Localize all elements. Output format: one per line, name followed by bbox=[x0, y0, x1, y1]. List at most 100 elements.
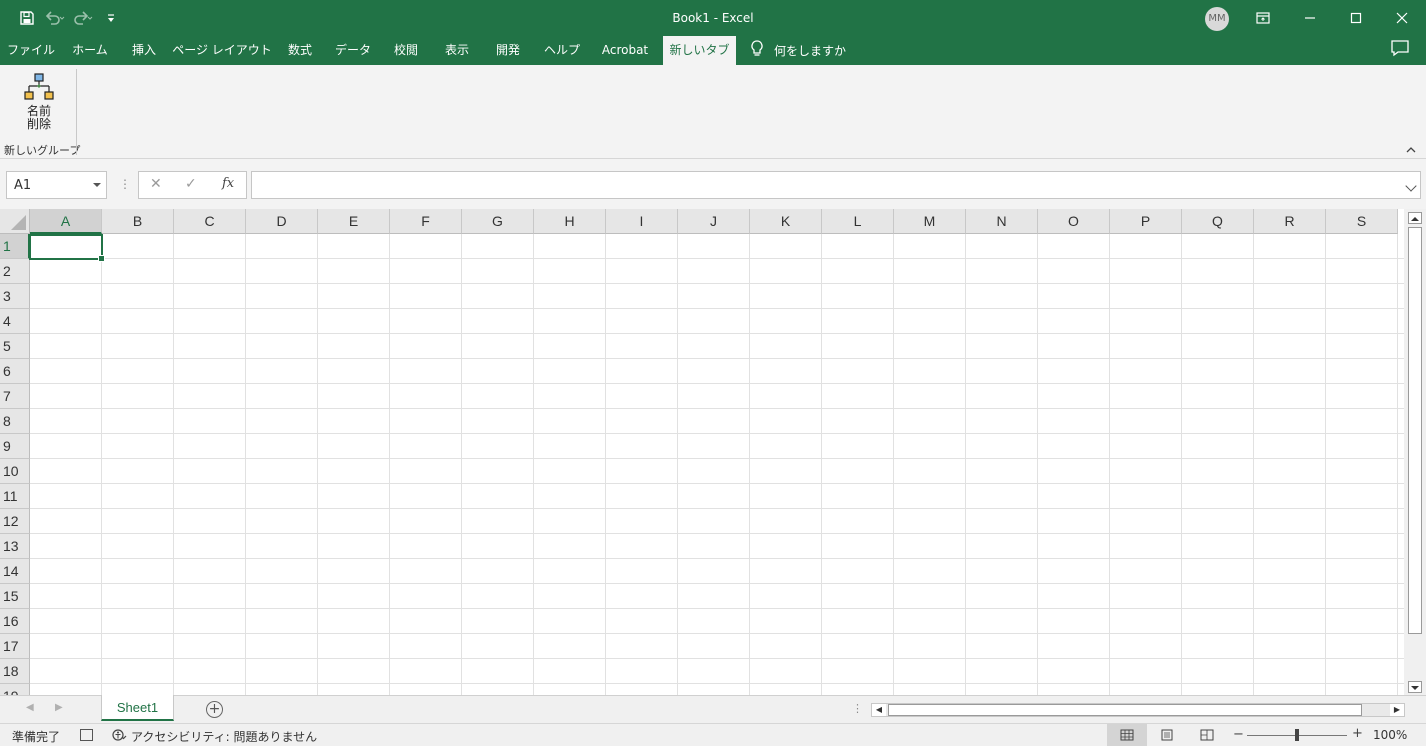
row-header[interactable]: 4 bbox=[0, 309, 30, 334]
row-header[interactable]: 15 bbox=[0, 584, 30, 609]
formula-buttons: ✕ ✓ fx bbox=[138, 171, 247, 199]
column-header[interactable]: Q bbox=[1182, 209, 1254, 234]
cancel-icon[interactable]: ✕ bbox=[150, 176, 162, 192]
row-header[interactable]: 17 bbox=[0, 634, 30, 659]
horizontal-scroll-thumb[interactable] bbox=[888, 704, 1362, 716]
column-header[interactable]: L bbox=[822, 209, 894, 234]
tab-insert[interactable]: 挿入 bbox=[122, 36, 166, 65]
vertical-scrollbar[interactable] bbox=[1404, 209, 1426, 695]
tab-home[interactable]: ホーム bbox=[64, 36, 116, 65]
normal-view-icon[interactable] bbox=[1107, 724, 1147, 746]
horizontal-scrollbar[interactable]: ◀ ▶ bbox=[871, 703, 1405, 717]
column-header[interactable]: B bbox=[102, 209, 174, 234]
select-all-button[interactable] bbox=[0, 209, 30, 234]
next-sheet-icon[interactable]: ▶ bbox=[55, 702, 63, 713]
active-cell[interactable] bbox=[29, 234, 105, 262]
delete-names-button[interactable]: 名前 削除 bbox=[8, 69, 70, 139]
tab-help[interactable]: ヘルプ bbox=[536, 36, 588, 65]
row-header[interactable]: 2 bbox=[0, 259, 30, 284]
column-header[interactable]: K bbox=[750, 209, 822, 234]
column-header[interactable]: O bbox=[1038, 209, 1110, 234]
row-header[interactable]: 9 bbox=[0, 434, 30, 459]
scroll-left-icon[interactable]: ◀ bbox=[872, 704, 886, 716]
column-header[interactable]: M bbox=[894, 209, 966, 234]
cell-area[interactable] bbox=[30, 234, 1404, 695]
expand-formula-icon[interactable] bbox=[1405, 180, 1417, 192]
row-header[interactable]: 12 bbox=[0, 509, 30, 534]
row-header[interactable]: 13 bbox=[0, 534, 30, 559]
insert-function-icon[interactable]: fx bbox=[222, 176, 234, 191]
zoom-level[interactable]: 100% bbox=[1373, 728, 1407, 742]
enter-icon[interactable]: ✓ bbox=[185, 176, 197, 192]
column-header[interactable]: R bbox=[1254, 209, 1326, 234]
row-header[interactable]: 6 bbox=[0, 359, 30, 384]
row-header[interactable]: 19 bbox=[0, 684, 30, 695]
column-header[interactable]: C bbox=[174, 209, 246, 234]
column-header[interactable]: J bbox=[678, 209, 750, 234]
prev-sheet-icon[interactable]: ◀ bbox=[26, 702, 34, 713]
tab-acrobat[interactable]: Acrobat bbox=[594, 36, 656, 65]
tab-page-layout[interactable]: ページ レイアウト bbox=[172, 36, 272, 65]
page-break-view-icon[interactable] bbox=[1187, 724, 1227, 746]
formula-input[interactable] bbox=[251, 171, 1421, 199]
minimize-icon[interactable] bbox=[1287, 0, 1333, 36]
user-avatar[interactable]: MM bbox=[1205, 7, 1229, 31]
zoom-in-button[interactable]: + bbox=[1352, 726, 1363, 741]
row-header[interactable]: 7 bbox=[0, 384, 30, 409]
page-layout-view-icon[interactable] bbox=[1147, 724, 1187, 746]
tab-view[interactable]: 表示 bbox=[435, 36, 479, 65]
row-header[interactable]: 18 bbox=[0, 659, 30, 684]
accessibility-status[interactable]: アクセシビリティ: 問題ありません bbox=[111, 728, 317, 745]
scroll-right-icon[interactable]: ▶ bbox=[1390, 704, 1404, 716]
column-header[interactable]: E bbox=[318, 209, 390, 234]
column-header[interactable]: S bbox=[1326, 209, 1398, 234]
redo-icon[interactable] bbox=[72, 7, 94, 29]
macro-record-icon[interactable] bbox=[80, 729, 93, 741]
formula-bar: A1 ⋮ ✕ ✓ fx bbox=[0, 159, 1426, 209]
sheet-tab-sheet1[interactable]: Sheet1 bbox=[101, 695, 174, 721]
tab-formulas[interactable]: 数式 bbox=[278, 36, 322, 65]
column-header[interactable]: D bbox=[246, 209, 318, 234]
name-box[interactable]: A1 bbox=[6, 171, 107, 199]
row-header[interactable]: 8 bbox=[0, 409, 30, 434]
tell-me-search[interactable]: 何をしますか bbox=[750, 36, 846, 65]
row-header[interactable]: 14 bbox=[0, 559, 30, 584]
row-header[interactable]: 3 bbox=[0, 284, 30, 309]
maximize-icon[interactable] bbox=[1333, 0, 1379, 36]
row-header[interactable]: 1 bbox=[0, 234, 30, 259]
worksheet-grid: ABCDEFGHIJKLMNOPQRS 1 2 3 4 5 6 7 8 9 10 11 12 13 14 1… bbox=[0, 209, 1404, 695]
collapse-ribbon-icon[interactable] bbox=[1404, 143, 1418, 157]
formula-bar-splitter[interactable]: ⋮ bbox=[119, 177, 131, 191]
hscroll-splitter[interactable]: ⋮ bbox=[852, 702, 863, 715]
column-header[interactable]: F bbox=[390, 209, 462, 234]
close-icon[interactable] bbox=[1379, 0, 1425, 36]
row-header[interactable]: 16 bbox=[0, 609, 30, 634]
row-header[interactable]: 11 bbox=[0, 484, 30, 509]
column-header[interactable]: P bbox=[1110, 209, 1182, 234]
scroll-down-icon[interactable] bbox=[1408, 681, 1422, 693]
vertical-scroll-thumb[interactable] bbox=[1408, 227, 1422, 634]
tab-data[interactable]: データ bbox=[328, 36, 378, 65]
column-header[interactable]: H bbox=[534, 209, 606, 234]
column-header[interactable]: N bbox=[966, 209, 1038, 234]
tab-developer[interactable]: 開発 bbox=[486, 36, 530, 65]
column-header[interactable]: G bbox=[462, 209, 534, 234]
save-icon[interactable] bbox=[16, 7, 38, 29]
zoom-slider-knob[interactable] bbox=[1295, 729, 1299, 741]
tab-new-tab[interactable]: 新しいタブ bbox=[663, 36, 736, 65]
tab-file[interactable]: ファイル bbox=[4, 36, 58, 65]
row-header[interactable]: 10 bbox=[0, 459, 30, 484]
customize-qat-icon[interactable] bbox=[100, 7, 122, 29]
undo-icon[interactable] bbox=[44, 7, 66, 29]
tell-me-label: 何をしますか bbox=[774, 44, 847, 58]
zoom-out-button[interactable]: − bbox=[1233, 727, 1244, 742]
scroll-up-icon[interactable] bbox=[1408, 212, 1422, 224]
tab-review[interactable]: 校閲 bbox=[384, 36, 428, 65]
chevron-down-icon[interactable] bbox=[93, 183, 101, 187]
add-sheet-icon[interactable]: + bbox=[206, 701, 223, 718]
row-header[interactable]: 5 bbox=[0, 334, 30, 359]
column-header[interactable]: I bbox=[606, 209, 678, 234]
ribbon-display-icon[interactable] bbox=[1240, 0, 1286, 36]
column-header[interactable]: A bbox=[30, 209, 102, 234]
comments-icon[interactable] bbox=[1390, 39, 1414, 61]
